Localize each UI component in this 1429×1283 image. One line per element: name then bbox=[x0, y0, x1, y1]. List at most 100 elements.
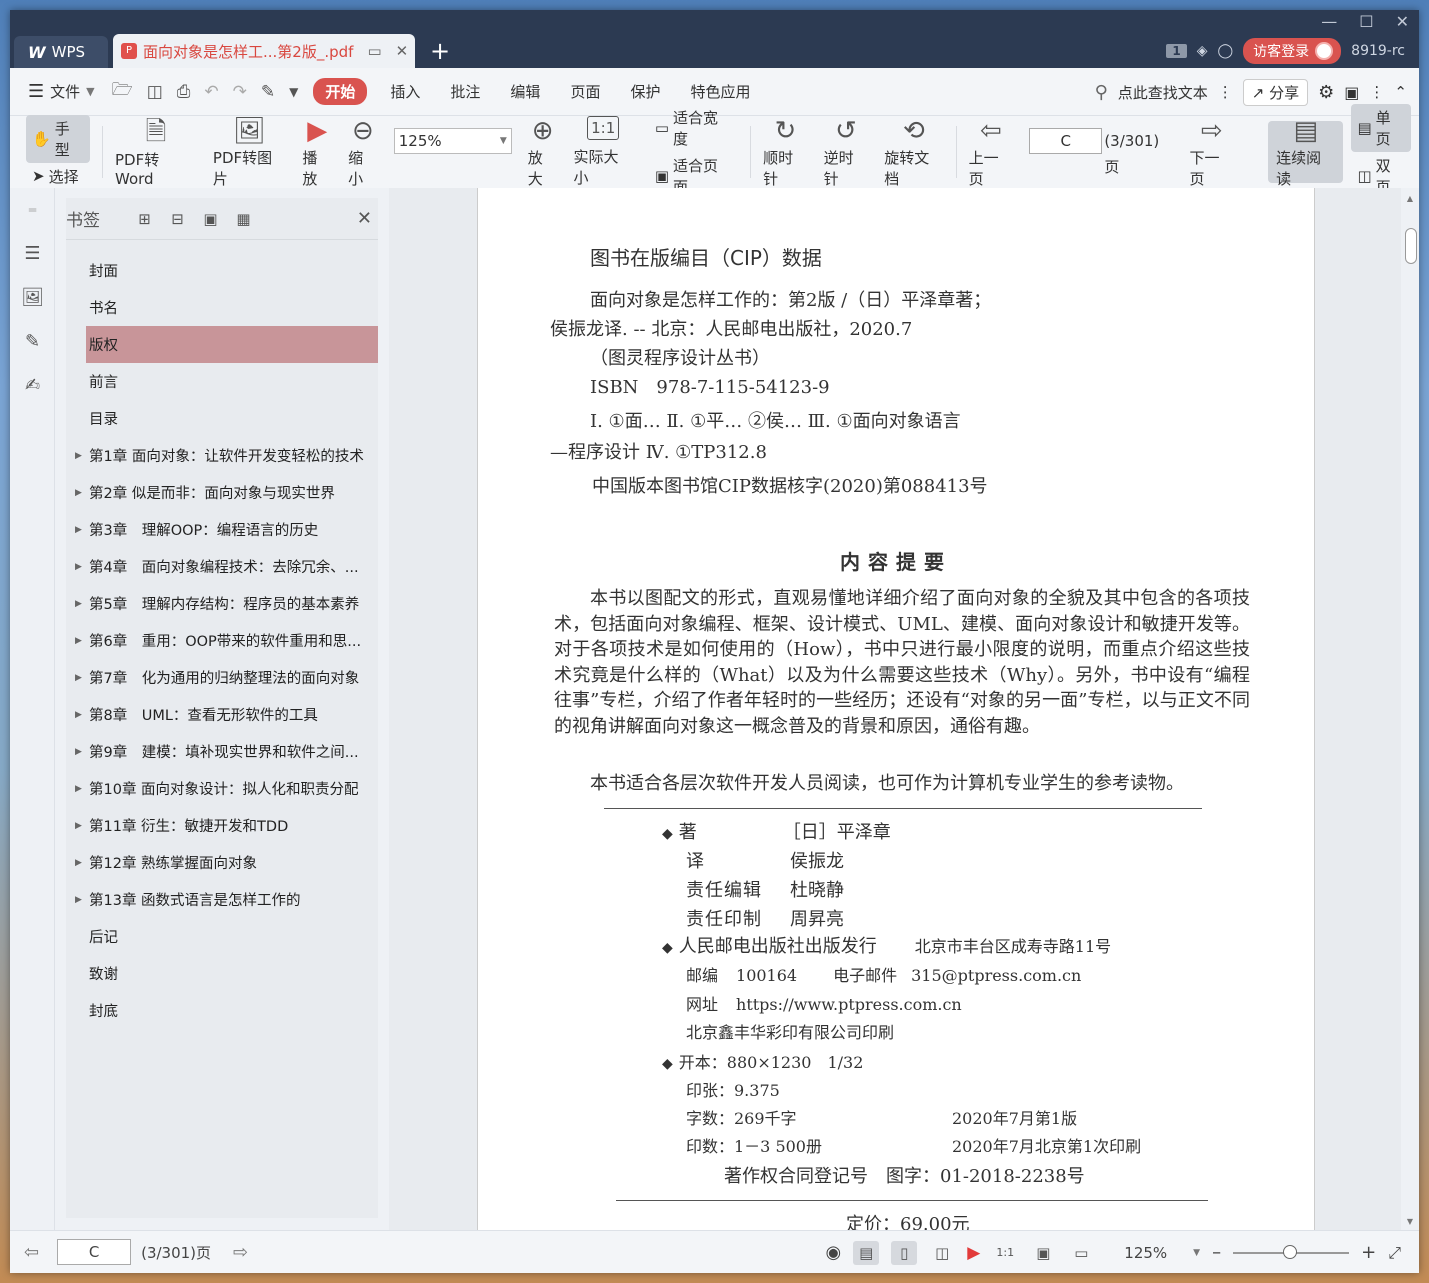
zoom-slider-knob[interactable] bbox=[1283, 1244, 1298, 1259]
bookmark-item[interactable]: 致谢 bbox=[66, 955, 378, 992]
zoom-in-button[interactable]: ⊕ 放大 bbox=[520, 116, 566, 188]
save-icon[interactable]: ◫ bbox=[140, 82, 170, 102]
expand-arrow-icon[interactable]: ▶ bbox=[75, 525, 82, 535]
bookmark-item[interactable]: ▶ 第7章 化为通用的归纳整理法的面向对象 bbox=[66, 659, 378, 696]
bookmark-item[interactable]: ▶ 第2章 似是而非：面向对象与现实世界 bbox=[66, 474, 378, 511]
zoom-dropdown-icon[interactable]: ▼ bbox=[1193, 1248, 1200, 1258]
collapse-ribbon-icon[interactable]: ⌃ bbox=[1394, 83, 1407, 101]
bookmark-item[interactable]: 封底 bbox=[66, 992, 378, 1029]
bookmark-item[interactable]: ▶ 第1章 面向对象：让软件开发变轻松的技术 bbox=[66, 437, 378, 474]
zoom-minus-icon[interactable]: – bbox=[1212, 1242, 1221, 1263]
window-count-badge[interactable]: 1 bbox=[1166, 44, 1187, 58]
play-slideshow-icon[interactable]: ▶ bbox=[967, 1243, 980, 1263]
eye-protection-icon[interactable]: ◉ bbox=[825, 1242, 841, 1263]
next-page-button[interactable]: ⇨ 下一页 bbox=[1182, 116, 1243, 188]
bookmark-item[interactable]: 封面 bbox=[66, 252, 378, 289]
bookmark-item[interactable]: ▶ 第3章 理解OOP：编程语言的历史 bbox=[66, 511, 378, 548]
fit-width-button[interactable]: ▭ 适合宽度 bbox=[649, 104, 738, 152]
bookmark-item[interactable]: ▶ 第5章 理解内存结构：程序员的基本素养 bbox=[66, 585, 378, 622]
zoom-plus-icon[interactable]: + bbox=[1361, 1242, 1376, 1263]
next-page-icon[interactable]: ⇨ bbox=[233, 1242, 248, 1263]
double-view-icon[interactable]: ◫ bbox=[929, 1241, 955, 1265]
add-bookmark-icon[interactable]: ▣ bbox=[194, 210, 227, 228]
search-text-button[interactable]: 点此查找文本 bbox=[1118, 82, 1208, 103]
share-button[interactable]: ↗ 分享 bbox=[1242, 78, 1309, 106]
maximize-icon[interactable]: ☐ bbox=[1359, 12, 1373, 31]
actual-size-status-icon[interactable]: 1:1 bbox=[992, 1241, 1018, 1265]
rotate-document-button[interactable]: ⟲ 旋转文档 bbox=[876, 116, 951, 188]
comment-icon[interactable]: ▣ bbox=[1344, 83, 1359, 102]
single-view-icon[interactable]: ▯ bbox=[891, 1240, 918, 1265]
expand-arrow-icon[interactable]: ▶ bbox=[75, 636, 82, 646]
vertical-scrollbar[interactable]: ▲ ▼ bbox=[1401, 188, 1419, 1230]
close-tab-icon[interactable]: ✕ bbox=[396, 42, 409, 60]
undo-icon[interactable]: ↶ bbox=[197, 82, 225, 102]
close-window-icon[interactable]: ✕ bbox=[1396, 12, 1409, 31]
file-menu[interactable]: ☰ 文件 ▼ bbox=[10, 81, 105, 102]
bookmark-item[interactable]: 书名 bbox=[66, 289, 378, 326]
expand-arrow-icon[interactable]: ▶ bbox=[75, 599, 82, 609]
hand-tool-button[interactable]: ✋ 手型 bbox=[26, 114, 91, 163]
more-options-icon[interactable]: ⋮ bbox=[1369, 83, 1384, 101]
pdf-to-image-button[interactable]: 🖼 PDF转图片 bbox=[205, 116, 294, 188]
bookmark-item[interactable]: ▶ 第4章 面向对象编程技术：去除冗余、... bbox=[66, 548, 378, 585]
rotate-counter-clockwise-button[interactable]: ↺ 逆时针 bbox=[816, 116, 877, 188]
expand-arrow-icon[interactable]: ▶ bbox=[75, 562, 82, 572]
expand-arrow-icon[interactable]: ▶ bbox=[75, 673, 82, 683]
bookmark-item[interactable]: ▶ 第9章 建模：填补现实世界和软件之间... bbox=[66, 733, 378, 770]
new-tab-button[interactable]: + bbox=[430, 38, 450, 64]
tab-page[interactable]: 页面 bbox=[555, 81, 615, 102]
close-panel-icon[interactable]: ✕ bbox=[357, 208, 372, 229]
bookmark-list-icon[interactable]: ☰ bbox=[10, 232, 55, 276]
expand-arrow-icon[interactable]: ▶ bbox=[75, 784, 82, 794]
zoom-level-select[interactable]: 125% ▼ bbox=[393, 128, 512, 154]
bookmark-options-icon[interactable]: ▦ bbox=[227, 210, 260, 228]
fullscreen-icon[interactable]: ⤢ bbox=[1388, 1243, 1401, 1263]
bookmark-item[interactable]: ▶ 第8章 UML：查看无形软件的工具 bbox=[66, 696, 378, 733]
redo-icon[interactable]: ↷ bbox=[226, 82, 254, 102]
more-dropdown-icon[interactable]: ▼ bbox=[282, 85, 305, 99]
bookmark-item[interactable]: ▶ 第12章 熟练掌握面向对象 bbox=[66, 844, 378, 881]
zoom-slider[interactable] bbox=[1233, 1244, 1350, 1259]
continuous-reading-button[interactable]: ▤ 连续阅读 bbox=[1268, 116, 1344, 188]
page-number-input[interactable]: C bbox=[1029, 128, 1103, 154]
scroll-down-icon[interactable]: ▼ bbox=[1401, 1217, 1419, 1226]
print-icon[interactable]: ⎙ bbox=[170, 82, 198, 102]
prev-page-button[interactable]: ⇦ 上一页 bbox=[961, 116, 1022, 188]
more-vertical-icon[interactable]: ⋮ bbox=[1218, 83, 1233, 101]
expand-arrow-icon[interactable]: ▶ bbox=[75, 451, 82, 461]
status-zoom-value[interactable]: 125% bbox=[1124, 1244, 1167, 1262]
skin-icon[interactable]: ◈ bbox=[1197, 43, 1208, 59]
search-icon[interactable]: ⚲ bbox=[1095, 82, 1108, 103]
bookmark-item[interactable]: ▶ 第10章 面向对象设计：拟人化和职责分配 bbox=[66, 770, 378, 807]
tab-annotate[interactable]: 批注 bbox=[435, 81, 495, 102]
minimize-icon[interactable]: — bbox=[1321, 12, 1337, 31]
fit-page-status-icon[interactable]: ▣ bbox=[1030, 1241, 1056, 1265]
single-page-button[interactable]: ▤ 单页 bbox=[1351, 104, 1412, 152]
status-page-input[interactable]: C bbox=[57, 1239, 132, 1265]
fit-width-status-icon[interactable]: ▭ bbox=[1068, 1241, 1094, 1265]
collapse-all-icon[interactable]: ⊟ bbox=[161, 210, 194, 228]
expand-arrow-icon[interactable]: ▶ bbox=[75, 488, 82, 498]
rotate-clockwise-button[interactable]: ↻ 顺时针 bbox=[755, 116, 816, 188]
settings-gear-icon[interactable]: ⚙ bbox=[1318, 82, 1334, 103]
bookmark-item[interactable]: ▶ 第11章 衍生：敏捷开发和TDD bbox=[66, 807, 378, 844]
scroll-thumb[interactable] bbox=[1405, 228, 1417, 264]
expand-arrow-icon[interactable]: ▶ bbox=[75, 710, 82, 720]
bookmark-item[interactable]: 前言 bbox=[66, 363, 378, 400]
select-tool-button[interactable]: ➤ 选择 bbox=[26, 163, 85, 190]
pdf-to-word-button[interactable]: 🗎 PDF转Word bbox=[107, 116, 205, 188]
thumbnail-image-icon[interactable]: 🖼 bbox=[10, 276, 55, 320]
bookmark-item[interactable]: ▶ 第6章 重用：OOP带来的软件重用和思... bbox=[66, 622, 378, 659]
document-tab[interactable]: P 面向对象是怎样工...第2版_.pdf ▭ ✕ bbox=[113, 34, 415, 68]
export-icon[interactable]: ✎ bbox=[254, 82, 282, 102]
scroll-up-icon[interactable]: ▲ bbox=[1401, 188, 1419, 203]
tab-special-apps[interactable]: 特色应用 bbox=[675, 81, 765, 102]
play-button[interactable]: ▶ 播放 bbox=[294, 116, 340, 188]
actual-size-button[interactable]: 1:1 实际大小 bbox=[565, 116, 640, 188]
continuous-view-icon[interactable]: ▤ bbox=[853, 1240, 880, 1265]
expand-arrow-icon[interactable]: ▶ bbox=[75, 747, 82, 757]
bookmark-item[interactable]: 版权 bbox=[86, 326, 378, 363]
expand-arrow-icon[interactable]: ▶ bbox=[75, 895, 82, 905]
tab-edit[interactable]: 编辑 bbox=[495, 81, 555, 102]
